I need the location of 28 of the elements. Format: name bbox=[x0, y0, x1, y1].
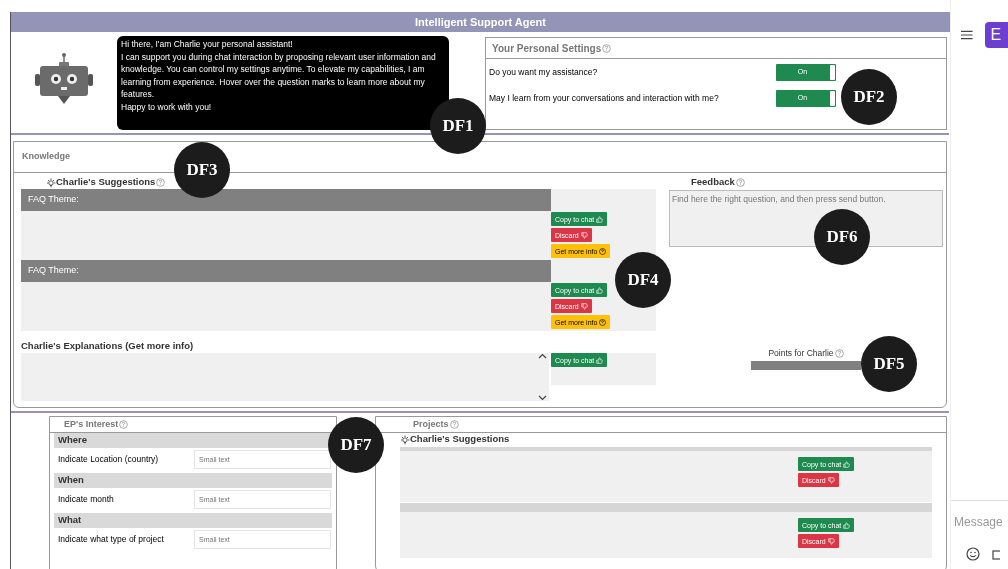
group-heading: Where bbox=[54, 433, 332, 448]
callout-tooltip: DF1 bbox=[430, 98, 486, 154]
bubble-text: I can support you during chat interaction by proposing relevant user information and knowledge. You can control my settings anytime. To elevate my capabilities, I am learning from experience. Hover over the question marks to learn more about my features. bbox=[121, 50, 437, 101]
group-heading: When bbox=[54, 473, 332, 488]
field-label: Indicate month bbox=[57, 492, 115, 506]
points-label: Points for Charlie bbox=[768, 347, 834, 360]
group-heading: What bbox=[54, 513, 332, 528]
callout-tooltip: DF3 bbox=[174, 142, 230, 198]
callout-tooltip: DF2 bbox=[841, 69, 897, 125]
feedback-title: Feedback bbox=[691, 175, 735, 190]
knowledge-title: Knowledge bbox=[22, 150, 70, 164]
interest-title: EP's Interest bbox=[64, 417, 119, 431]
callout-tooltip: DF5 bbox=[861, 336, 917, 392]
projects-title: Projects bbox=[413, 417, 449, 431]
explanations-title: Charlie's Explanations (Get more info) bbox=[21, 339, 195, 351]
callout-tooltip: DF7 bbox=[328, 417, 384, 473]
field-label: Indicate what type of project bbox=[57, 532, 165, 546]
title-bar: Intelligent Support Agent bbox=[11, 12, 950, 32]
bubble-text: Hi there, I'am Charlie your personal assistant! bbox=[121, 38, 294, 51]
setting-question: Do you want my assistance? bbox=[489, 65, 599, 79]
faq-theme-bar: FAQ Theme: bbox=[21, 260, 551, 282]
settings-title: Your Personal Settings bbox=[492, 41, 602, 56]
suggestions-title: Charlie's Suggestions bbox=[410, 432, 510, 447]
setting-question: May I learn from your conversations and interaction with me? bbox=[489, 91, 720, 105]
field-label: Indicate Location (country) bbox=[57, 452, 160, 466]
faq-theme-bar: FAQ Theme: bbox=[21, 189, 551, 211]
suggestions-title: Charlie's Suggestions bbox=[56, 175, 156, 190]
bubble-text: Happy to work with you! bbox=[121, 100, 213, 113]
